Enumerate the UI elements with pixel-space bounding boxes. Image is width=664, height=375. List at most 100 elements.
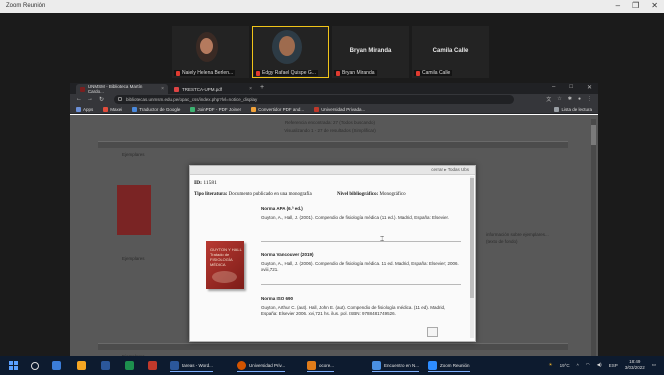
browser-toolbar: ← → ↻ bibliotecas.unmsm.edu.pe/opac_css/… <box>70 94 598 105</box>
volume-icon[interactable]: ◀) <box>597 362 602 368</box>
participant-tile-2[interactable]: Edgy Rafael Quispe G... <box>252 26 329 78</box>
modal-close-button[interactable]: cerrar ▸ Todas Ubs <box>431 167 469 173</box>
results-header: Referencia encontrada: 27 (Todos buscand… <box>230 119 430 135</box>
bookmark-converter[interactable]: Convertidor PDF and... <box>251 106 304 112</box>
tab-close-icon[interactable]: × <box>161 86 164 92</box>
system-tray: ☀ 19°C ^ ◠ ◀) ESP 18:49 3/03/2022 ▭ <box>549 359 656 371</box>
windows-start-icon[interactable] <box>9 361 18 370</box>
taskbar-word[interactable]: tareas - Word... <box>170 360 213 372</box>
address-bar-url: bibliotecas.unmsm.edu.pe/opac_css/index.… <box>126 97 258 102</box>
reading-list-button[interactable]: Lista de lectura <box>554 107 592 112</box>
tab-pdf[interactable]: TRESTCA-UPM.pdf × <box>170 84 256 94</box>
back-arrow-icon[interactable]: ← <box>76 96 82 102</box>
bookmark-apps[interactable]: Apps <box>76 106 94 112</box>
broken-image-icon <box>427 327 438 337</box>
reload-icon[interactable]: ↻ <box>99 96 104 103</box>
bookmark-maxei[interactable]: Maxei <box>103 106 123 112</box>
language-indicator[interactable]: ESP <box>609 363 618 368</box>
taskbar-app-1[interactable] <box>52 360 61 371</box>
participant-4-label: Camila Calle <box>432 48 469 54</box>
participant-3-namebar: Bryan Miranda <box>334 70 377 76</box>
muted-mic-icon <box>336 70 340 76</box>
kebab-menu-icon[interactable]: ⋮ <box>587 96 592 103</box>
tab-biblioteca[interactable]: UNMSM - Biblioteca Martín Cardo... × <box>76 84 168 94</box>
bookmark-universidad[interactable]: Universidad Privada... <box>314 106 365 112</box>
literature-type: Tipo literatura: Documento publicado en … <box>194 192 312 197</box>
system-clock[interactable]: 18:49 3/03/2022 <box>625 359 645 371</box>
tab-strip: UNMSM - Biblioteca Martín Cardo... × TRE… <box>70 83 598 94</box>
google-translate-icon <box>132 106 138 112</box>
modal-scrollbar[interactable] <box>470 176 474 338</box>
browser-close-button[interactable]: ✕ <box>587 84 592 91</box>
participant-3-label: Bryan Miranda <box>349 48 392 54</box>
star-icon[interactable]: ☆ <box>557 96 561 103</box>
taskbar-app-2[interactable] <box>77 360 86 371</box>
taskbar-chrome[interactable]: Universidad Priv... <box>237 360 286 372</box>
bibliographic-level-value: Monográfico <box>379 192 406 197</box>
excel-icon <box>125 361 134 370</box>
taskbar-ocore[interactable]: ocore... <box>307 360 335 372</box>
modal-scroll-thumb[interactable] <box>470 178 474 298</box>
citation-apa-text: Guyton, A., Hall, J. (2001). Compendio d… <box>261 215 450 220</box>
citation-iso690-heading: Norma ISO 690 <box>261 296 294 301</box>
profile-avatar[interactable]: ● <box>578 96 581 103</box>
maximize-button[interactable]: ❐ <box>632 1 639 10</box>
minimize-button[interactable]: – <box>616 1 620 10</box>
browser-minimize-button[interactable]: – <box>552 84 555 91</box>
page-scrollbar[interactable] <box>591 119 596 364</box>
weather-temp[interactable]: 19°C <box>560 363 570 368</box>
taskbar-app-3[interactable] <box>101 360 110 371</box>
extension-icon[interactable]: ✱ <box>568 96 572 103</box>
citation-iso690-text: Guyton, Arthur C. (aut). Hall, John E. (… <box>261 305 446 316</box>
taskbar-encuentro[interactable]: Encuentro en N... <box>372 360 420 372</box>
taskbar-search[interactable] <box>31 360 39 371</box>
record-id-value: 11581 <box>203 180 217 186</box>
taskbar-app-5[interactable] <box>148 360 157 371</box>
forward-arrow-icon[interactable]: → <box>87 96 93 102</box>
tray-chevron-icon[interactable]: ^ <box>577 363 579 368</box>
participant-tile-4[interactable]: Camila Calle Camila Calle <box>412 26 489 78</box>
bookmark-label: Apps <box>83 106 94 112</box>
bookmarks-bar: Apps Maxei Traductor de Google JoinPDF -… <box>70 105 598 114</box>
converter-icon <box>251 106 257 112</box>
bookmark-translate[interactable]: Traductor de Google <box>132 106 181 112</box>
participant-tile-1[interactable]: Naiely Helena Berlen... <box>172 26 249 78</box>
windows-taskbar: tareas - Word... Universidad Priv... oco… <box>0 356 664 375</box>
powerpoint-icon <box>148 361 157 370</box>
shared-screen-browser: UNMSM - Biblioteca Martín Cardo... × TRE… <box>70 83 598 368</box>
tab-close-icon[interactable]: × <box>249 86 252 92</box>
tab-biblioteca-label: UNMSM - Biblioteca Martín Cardo... <box>87 84 143 94</box>
wifi-icon[interactable]: ◠ <box>586 362 590 368</box>
translate-icon[interactable]: 文 <box>546 96 551 103</box>
bookmark-label: Traductor de Google <box>139 106 181 112</box>
bibliographic-level: Nivel bibliográfico: Monográfico <box>337 192 406 197</box>
weather-icon[interactable]: ☀ <box>549 362 553 368</box>
bookmark-joinpdf[interactable]: JoinPDF - PDF Joiner <box>190 106 241 112</box>
university-icon <box>314 106 320 112</box>
page-scroll-thumb[interactable] <box>591 125 596 145</box>
notifications-icon[interactable]: ▭ <box>652 362 656 368</box>
taskbar-zoom[interactable]: Zoom Reunión <box>428 360 470 372</box>
participant-4-name: Camila Calle <box>422 70 451 76</box>
book-cover-art <box>212 271 237 283</box>
close-button[interactable]: ✕ <box>651 1 658 10</box>
text-cursor-icon: ⌶ <box>380 236 385 243</box>
zoom-window-controls: – ❐ ✕ <box>616 1 658 10</box>
taskbar-chrome-label: Universidad Priv... <box>249 363 286 368</box>
zoom-title-bar: Zoom Reunión – ❐ ✕ <box>0 0 664 14</box>
joinpdf-icon <box>190 106 196 112</box>
browser-maximize-button[interactable]: □ <box>569 84 573 91</box>
new-tab-button[interactable]: + <box>260 84 264 91</box>
bookmark-label: Maxei <box>110 106 123 112</box>
participant-2-name: Edgy Rafael Quispe G... <box>262 70 316 76</box>
zoom-meeting-area: Naiely Helena Berlen... Edgy Rafael Quis… <box>0 13 664 368</box>
search-icon <box>31 361 39 370</box>
participant-2-face <box>279 36 295 56</box>
meeting-icon <box>372 361 381 370</box>
address-bar[interactable]: bibliotecas.unmsm.edu.pe/opac_css/index.… <box>114 95 514 104</box>
book-cover-title: GUYTON Y HALL Tratado de FISIOLOGÍA MÉDI… <box>210 247 242 267</box>
library-page-dimmed: Referencia encontrada: 27 (Todos buscand… <box>70 115 598 368</box>
tab-pdf-label: TRESTCA-UPM.pdf <box>182 86 223 92</box>
taskbar-app-4[interactable] <box>125 360 134 371</box>
participant-tile-3[interactable]: Bryan Miranda Bryan Miranda <box>332 26 409 78</box>
